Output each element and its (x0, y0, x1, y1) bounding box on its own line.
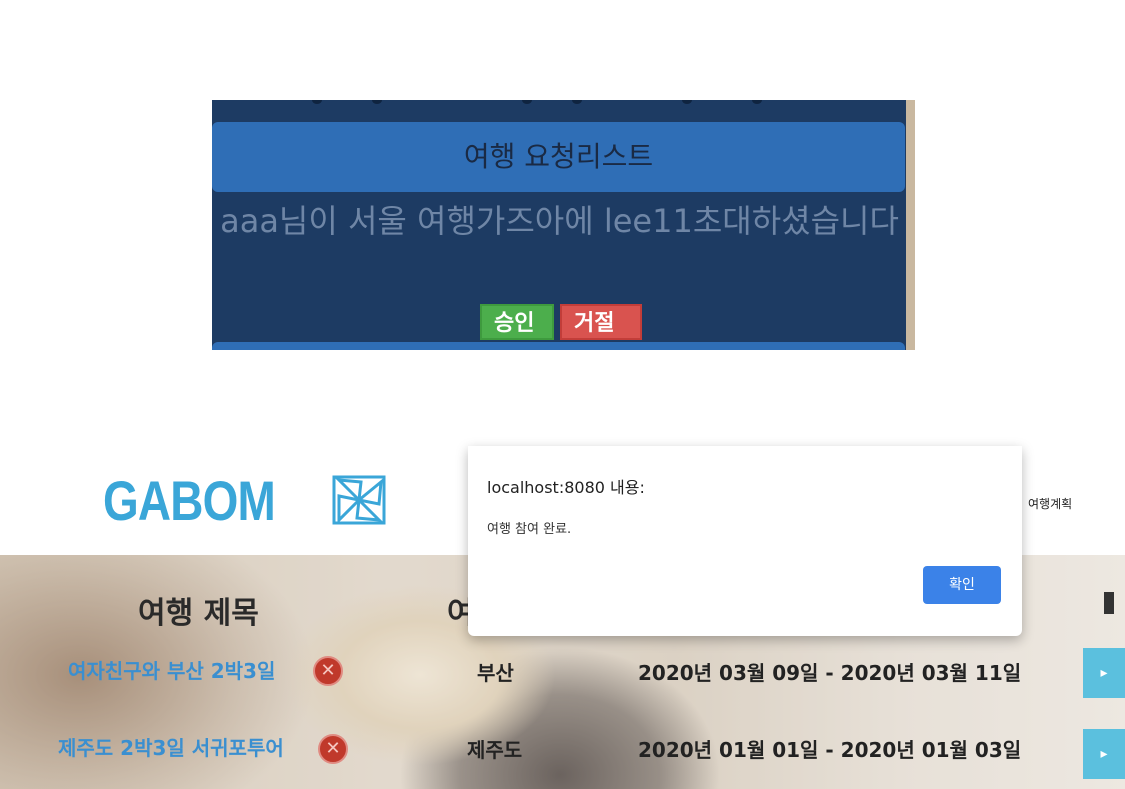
trip-dates: 2020년 01월 01일 - 2020년 01월 03일 (638, 738, 1022, 762)
pinwheel-icon (332, 475, 386, 525)
invite-message: aaa님이 서울 여행가즈아에 lee11초대하셨습니다 (220, 202, 899, 240)
decoration-dot (752, 100, 762, 104)
ok-button[interactable]: 확인 (923, 566, 1001, 604)
row-action-button[interactable]: ▸ (1083, 648, 1125, 698)
dialog-message: 여행 참여 완료. (487, 522, 572, 537)
site-logo[interactable]: GABOM (103, 468, 386, 532)
trip-title-link[interactable]: 여자친구와 부산 2박3일 (68, 655, 275, 684)
row-action-button[interactable]: ▸ (1083, 729, 1125, 779)
request-list-panel: 여행 요청리스트 aaa님이 서울 여행가즈아에 lee11초대하셨습니다 승인… (212, 100, 915, 350)
panel-edge (906, 100, 915, 350)
decoration-dot (312, 100, 322, 104)
decoration-dot (572, 100, 582, 104)
delete-icon[interactable]: ✕ (313, 656, 343, 686)
trip-dates: 2020년 03월 09일 - 2020년 03월 11일 (638, 661, 1022, 685)
trip-title-link[interactable]: 제주도 2박3일 서귀포투어 (58, 732, 284, 761)
alert-dialog: localhost:8080 내용: 여행 참여 완료. 확인 (468, 446, 1022, 636)
decoration-dot (682, 100, 692, 104)
nav-travel-plan[interactable]: 여행계획 (1028, 495, 1072, 512)
delete-icon[interactable]: ✕ (318, 734, 348, 764)
decoration-dot (372, 100, 382, 104)
next-request-header (212, 342, 905, 350)
decoration-dot (522, 100, 532, 104)
dialog-title: localhost:8080 내용: (487, 478, 645, 497)
logo-text: GABOM (103, 468, 276, 532)
column-header-title: 여행 제목 (138, 596, 259, 631)
panel-decoration (212, 100, 907, 108)
reject-button[interactable]: 거절 (560, 304, 642, 340)
approve-button[interactable]: 승인 (480, 304, 554, 340)
request-list-header: 여행 요청리스트 (212, 122, 905, 192)
trip-destination: 제주도 (467, 738, 523, 762)
column-header-clipped (1104, 592, 1114, 614)
trip-destination: 부산 (477, 661, 514, 685)
